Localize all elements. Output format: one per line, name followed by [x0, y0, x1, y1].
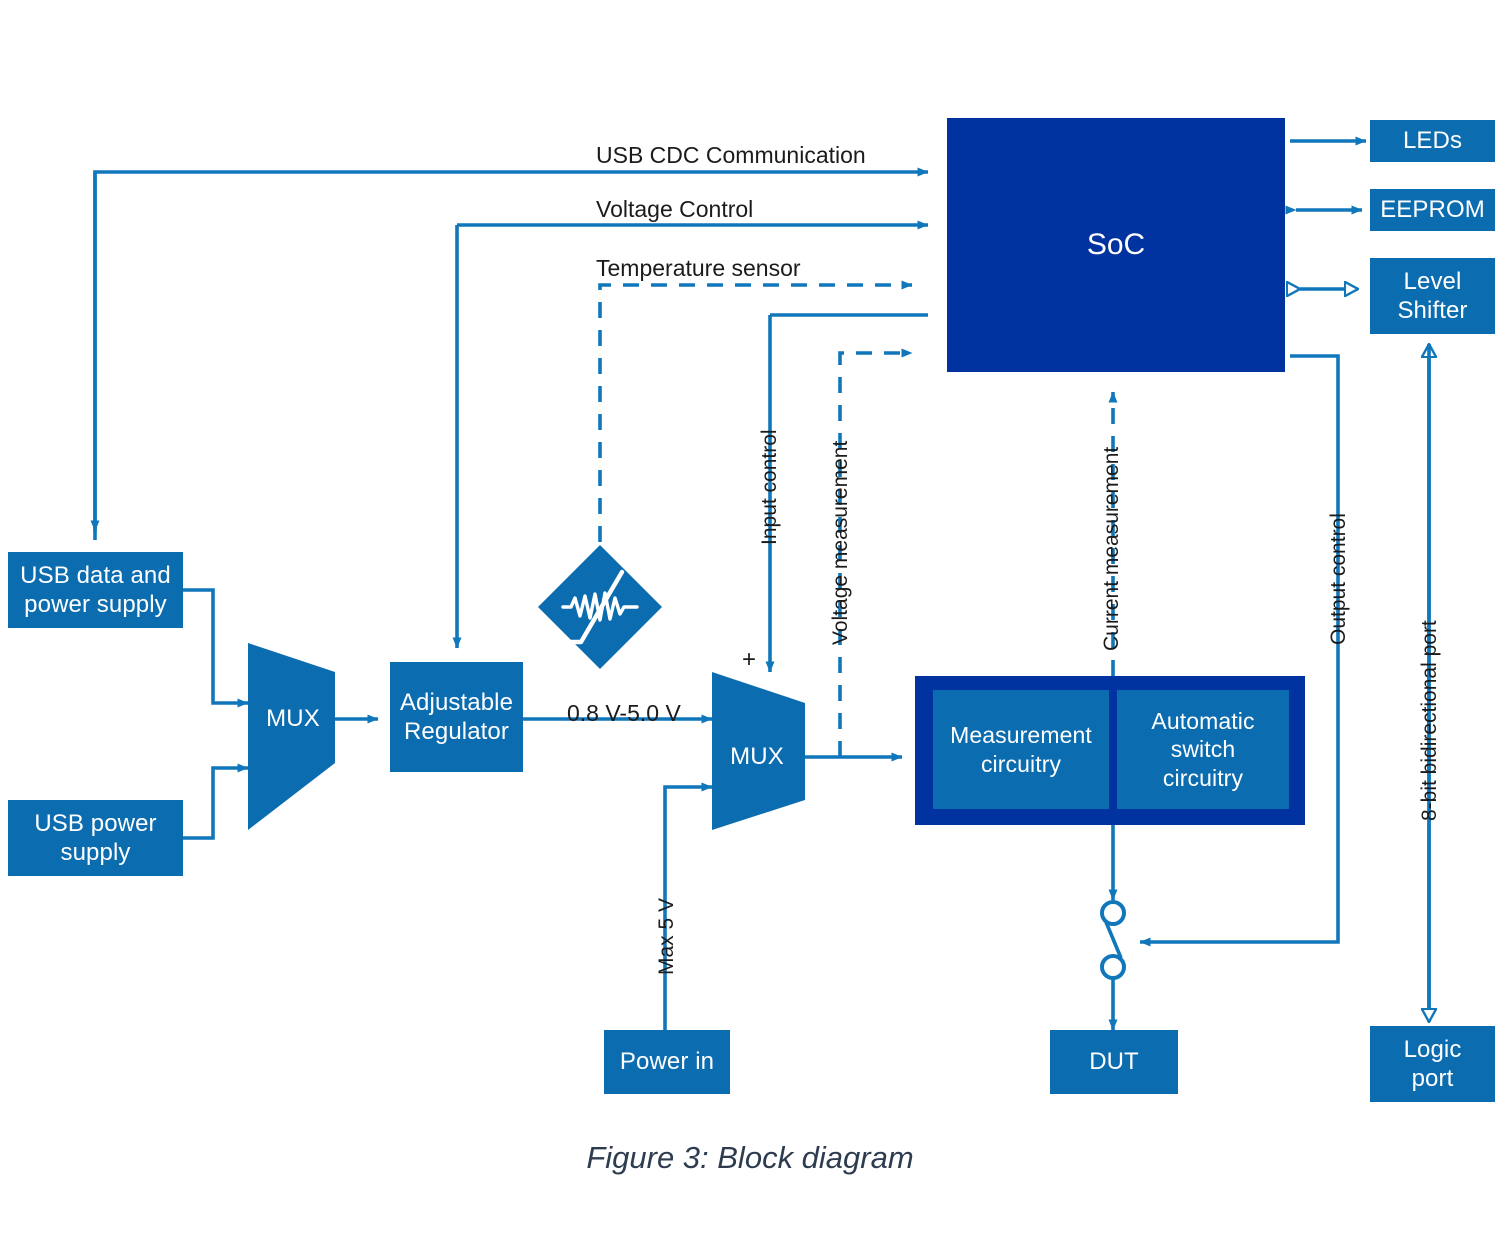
wire-temperature-sensor	[598, 280, 913, 570]
label-usb-cdc-communication: USB CDC Communication	[596, 142, 866, 168]
label-input-control: Input control	[758, 429, 781, 545]
label-current-measurement: Current measurement	[1100, 446, 1123, 651]
label-voltage-measurement: Voltage measurement	[829, 440, 852, 645]
label-temperature-sensor: Temperature sensor	[596, 255, 801, 281]
logic-port-line1: Logic	[1403, 1035, 1462, 1063]
label-voltage-control: Voltage Control	[596, 196, 754, 222]
logic-port-line2: port	[1411, 1065, 1454, 1092]
usb-data-line2: power supply	[24, 591, 167, 618]
switch-terminal-bottom	[1100, 954, 1126, 980]
switch-terminal-top	[1100, 900, 1126, 926]
block-mux-left-label[interactable]: MUX	[258, 697, 328, 741]
block-soc[interactable]: SoC	[947, 118, 1285, 372]
auto-switch-line2: switch	[1170, 736, 1236, 763]
auto-switch-line1: Automatic	[1151, 708, 1255, 735]
wire-usbdata-to-mux	[183, 588, 249, 708]
block-eeprom[interactable]: EEPROM	[1370, 189, 1495, 231]
wire-usb-cdc	[93, 167, 929, 540]
label-voltage-range: 0.8 V-5.0 V	[567, 700, 681, 726]
block-dut[interactable]: DUT	[1050, 1030, 1178, 1094]
dut-label: DUT	[1089, 1048, 1139, 1076]
block-automatic-switch-circuitry[interactable]: Automatic switch circuitry	[1117, 690, 1289, 809]
block-usb-power-supply[interactable]: USB power supply	[8, 800, 183, 876]
block-measurement-circuitry[interactable]: Measurement circuitry	[933, 690, 1109, 809]
thermistor-icon	[538, 545, 662, 669]
block-adjustable-regulator[interactable]: Adjustable Regulator	[390, 662, 523, 772]
eeprom-label: EEPROM	[1380, 196, 1485, 224]
label-plus-sign: +	[742, 646, 757, 673]
leds-label: LEDs	[1402, 127, 1463, 155]
regulator-line2: Regulator	[404, 718, 509, 745]
block-power-in[interactable]: Power in	[604, 1030, 730, 1094]
label-max-5v: Max 5 V	[655, 897, 678, 975]
wire-output-control	[1139, 354, 1340, 947]
measurement-line2: circuitry	[980, 750, 1062, 777]
block-logic-port[interactable]: Logic port	[1370, 1026, 1495, 1102]
block-leds[interactable]: LEDs	[1370, 120, 1495, 162]
level-shifter-line2: Shifter	[1397, 297, 1468, 324]
label-8-bit-bidirectional-port: 8-bit bidirectional port	[1418, 620, 1441, 821]
usb-data-line1: USB data and	[20, 561, 171, 589]
usb-power-line1: USB power	[34, 809, 157, 837]
block-mux-right-label[interactable]: MUX	[722, 735, 792, 779]
regulator-line1: Adjustable	[399, 688, 514, 716]
level-shifter-line1: Level	[1403, 267, 1462, 295]
mux-right-text: MUX	[730, 743, 784, 771]
switch-blade	[1104, 921, 1123, 959]
auto-switch-line3: circuitry	[1162, 764, 1244, 791]
block-usb-data-and-power-supply[interactable]: USB data and power supply	[8, 552, 183, 628]
soc-label: SoC	[1086, 228, 1146, 261]
block-level-shifter[interactable]: Level Shifter	[1370, 258, 1495, 334]
block-diagram-figure: USB data and power supply USB power supp…	[0, 0, 1500, 1250]
figure-caption: Figure 3: Block diagram	[586, 1140, 914, 1175]
usb-power-line2: supply	[60, 839, 131, 866]
mux-left-text: MUX	[266, 705, 320, 733]
label-output-control: Output control	[1327, 513, 1350, 645]
wire-usbpower-to-mux	[183, 763, 249, 840]
measurement-line1: Measurement	[950, 722, 1092, 749]
power-in-label: Power in	[619, 1048, 715, 1076]
